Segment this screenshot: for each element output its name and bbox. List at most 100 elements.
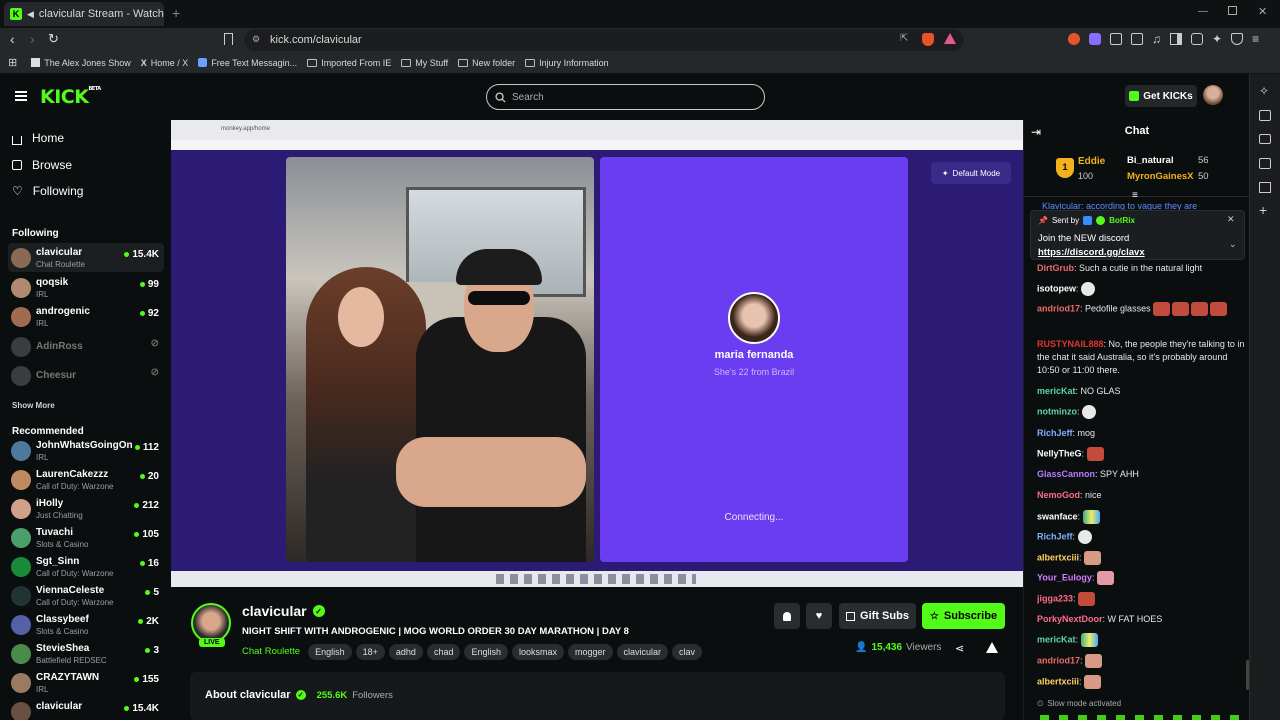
bookmark-new-folder[interactable]: New folder [458,58,515,68]
default-mode-button[interactable]: ✦ Default Mode [931,162,1011,184]
nav-following[interactable]: ♡ Following [12,184,83,198]
bookmark-my-stuff[interactable]: My Stuff [401,58,448,68]
tag-chip[interactable]: looksmax [512,644,565,660]
chat-username[interactable]: jigga233 [1037,593,1073,603]
chat-username[interactable]: mericKat [1037,634,1076,644]
back-icon[interactable]: ‹ [10,31,15,47]
bookmark-home-x[interactable]: X Home / X [141,58,189,68]
tag-chip[interactable]: English [464,644,508,660]
menu-icon[interactable]: ≡ [1252,33,1259,45]
following-channel[interactable]: Cheesur ⊘ [8,361,164,390]
new-tab-icon[interactable]: + [172,5,180,21]
nav-browse[interactable]: Browse [12,158,72,172]
chat-username[interactable]: RichJeff [1037,428,1073,438]
tag-chip[interactable]: chad [426,644,461,660]
following-channel[interactable]: qoqsik IRL 99 [8,273,164,302]
bookmarks-sidebar-icon[interactable] [1259,182,1271,193]
chat-username[interactable]: RichJeff [1037,531,1073,541]
chat-username[interactable]: RUSTYNAIL888 [1037,339,1104,349]
chat-username[interactable]: mericKat [1037,386,1076,396]
recommended-channel[interactable]: clavicular 15.4K [8,697,164,720]
bookmark-injury-info[interactable]: Injury Information [525,58,609,68]
recommended-channel[interactable]: iHolly Just Chatting 212 [8,494,164,523]
chat-username[interactable]: DirtGrub [1037,263,1074,273]
recommended-channel[interactable]: LaurenCakezzz Call of Duty: Warzone 20 [8,465,164,494]
chat-username[interactable]: swanface [1037,511,1078,521]
gift-subs-button[interactable]: Gift Subs [839,603,916,629]
chat-username[interactable]: Your_Eulogy [1037,572,1092,582]
minimize-icon[interactable]: — [1198,6,1208,17]
chat-username[interactable]: albertxciii [1037,676,1079,686]
bookmark-page-icon[interactable] [224,33,233,45]
recommended-channel[interactable]: Classybeef Slots & Casino 2K [8,610,164,639]
chat-username[interactable]: NemoGod [1037,490,1080,500]
add-sidebar-icon[interactable]: + [1259,202,1267,218]
recommended-channel[interactable]: CRAZYTAWN IRL 155 [8,668,164,697]
category-link[interactable]: Chat Roulette [242,646,300,657]
sidebar-toggle-icon[interactable] [1170,33,1182,45]
recommended-channel[interactable]: ViennaCeleste Call of Duty: Warzone 5 [8,581,164,610]
kick-logo[interactable]: KICKBETA [40,86,101,108]
forward-icon[interactable]: › [30,31,35,47]
recommended-channel[interactable]: Sgt_Sinn Call of Duty: Warzone 16 [8,552,164,581]
url-field[interactable]: ⚙ kick.com/clavicular ⇱ [244,29,964,51]
close-window-icon[interactable]: ✕ [1258,5,1267,18]
report-icon[interactable] [986,642,998,653]
reading-list-icon[interactable] [1259,158,1271,169]
pinned-link[interactable]: https://discord.gg/clavx [1038,247,1145,258]
tag-chip[interactable]: English [308,644,352,660]
site-info-icon[interactable]: ⚙ [252,34,260,45]
brave-shield-icon[interactable] [922,33,934,46]
media-sidebar-icon[interactable] [1259,134,1271,144]
bookmark-free-text[interactable]: Free Text Messagin... [198,58,297,68]
tag-chip[interactable]: mogger [568,644,613,660]
rewards-icon[interactable] [944,33,956,44]
subscribe-button[interactable]: ☆ Subscribe [922,603,1005,629]
extensions-puzzle-icon[interactable] [1110,33,1122,45]
search-input[interactable]: Search [486,84,765,110]
apps-grid-icon[interactable]: ⊞ [8,56,17,69]
video-player[interactable]: monkey.app/home maria fernanda She's 22 … [171,120,1023,587]
reload-icon[interactable]: ↻ [48,31,59,47]
following-channel[interactable]: AdinRoss ⊘ [8,332,164,361]
following-channel[interactable]: clavicular Chat Roulette 15.4K [8,243,164,272]
leader-3-name[interactable]: MyronGainesX [1127,171,1194,182]
user-avatar[interactable] [1203,85,1223,105]
wallet-sidebar-icon[interactable] [1259,110,1271,121]
wallet-icon[interactable] [1191,33,1203,45]
share-stream-icon[interactable]: ⋖ [955,642,964,655]
hamburger-menu-icon[interactable] [15,91,27,101]
following-channel[interactable]: androgenic IRL 92 [8,302,164,331]
chat-username[interactable]: NellyTheG [1037,448,1082,458]
chat-username[interactable]: andriod17 [1037,303,1080,313]
channel-name[interactable]: clavicular ✓ [242,603,325,619]
chat-username[interactable]: andriod17 [1037,655,1080,665]
chat-username[interactable]: GlassCannon [1037,469,1095,479]
get-kicks-button[interactable]: Get KICKs [1125,85,1197,107]
chat-username[interactable]: notminzo [1037,406,1077,416]
bookmark-alex-jones[interactable]: The Alex Jones Show [31,58,131,68]
recommended-channel[interactable]: JohnWhatsGoingOn IRL 112 [8,436,164,465]
browser-tab[interactable]: K ◀ clavicular Stream - Watch Liv ✕ [4,2,164,26]
recommended-channel[interactable]: Tuvachi Slots & Casino 105 [8,523,164,552]
chat-username[interactable]: PorkyNextDoor [1037,614,1103,624]
leo-sidebar-icon[interactable]: ✧ [1259,84,1269,98]
share-icon[interactable]: ⇱ [900,33,908,44]
pinned-message[interactable]: 📌 Sent by BotRix ✕ Join the NEW discord … [1030,210,1245,260]
chat-scrollbar[interactable] [1246,660,1249,690]
notifications-button[interactable] [774,603,800,629]
leo-ai-icon[interactable]: ✦ [1212,33,1222,45]
bookmark-imported-ie[interactable]: Imported From IE [307,58,391,68]
recommended-channel[interactable]: StevieShea Battlefield REDSEC 3 [8,639,164,668]
show-more-link[interactable]: Show More [12,401,55,410]
follow-button[interactable]: ♥ [806,603,832,629]
tag-chip[interactable]: clavicular [616,644,669,660]
screenshot-icon[interactable] [1131,33,1143,45]
chevron-down-icon[interactable]: ⌄ [1229,239,1237,250]
tag-chip[interactable]: clav [672,644,703,660]
chat-username[interactable]: albertxciii [1037,552,1079,562]
channel-avatar[interactable] [191,603,231,643]
music-icon[interactable]: ♫ [1152,33,1161,45]
nav-home[interactable]: Home [12,131,64,145]
vpn-icon[interactable] [1231,33,1244,45]
